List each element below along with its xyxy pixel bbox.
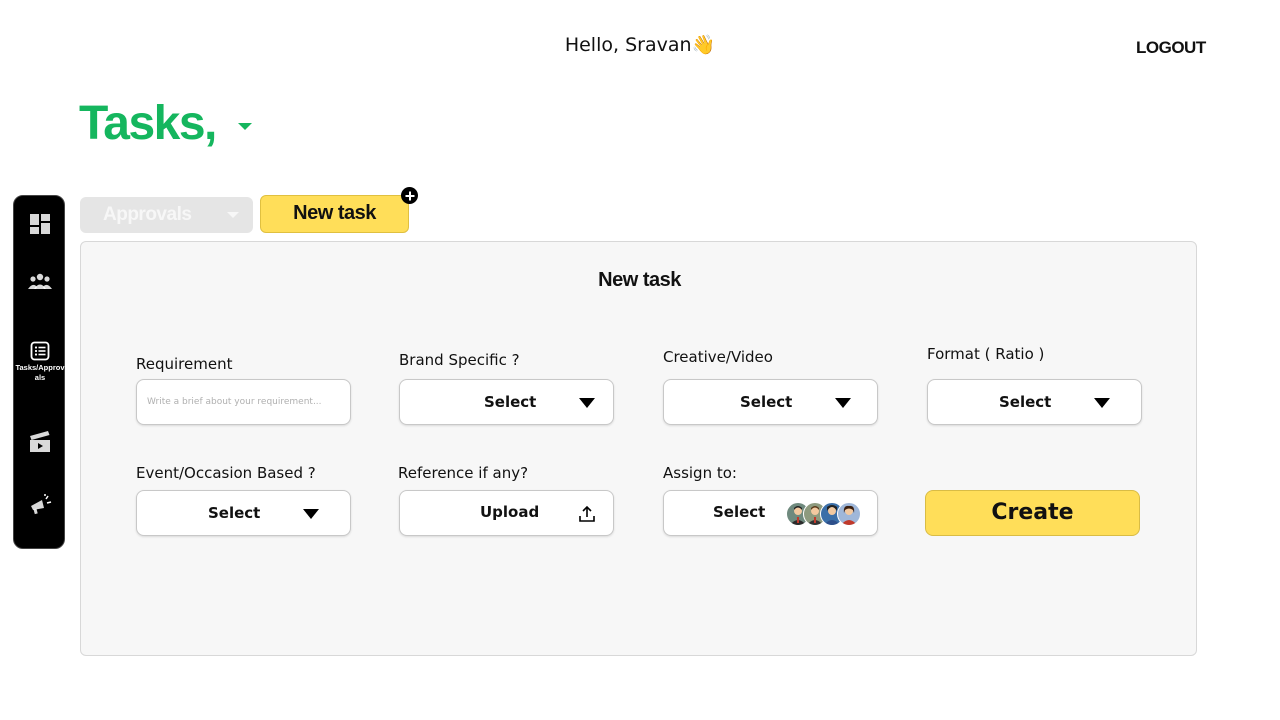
panel-title: New task <box>598 269 681 291</box>
chevron-down-icon <box>227 212 239 218</box>
upload-icon <box>579 505 595 522</box>
assign-to-label: Assign to: <box>663 464 737 482</box>
event-occasion-label: Event/Occasion Based ? <box>136 464 316 482</box>
sidebar: Tasks/Approvals <box>13 195 65 549</box>
title-dropdown-caret-icon[interactable] <box>238 123 252 130</box>
sidebar-item-dashboard[interactable] <box>14 213 66 235</box>
dropdown-triangle-icon <box>1094 398 1110 408</box>
megaphone-icon <box>31 494 52 515</box>
sidebar-item-team[interactable] <box>14 272 66 290</box>
requirement-input[interactable] <box>136 379 351 425</box>
tab-approvals[interactable]: Approvals <box>80 197 253 233</box>
requirement-label: Requirement <box>136 355 233 373</box>
avatar[interactable] <box>837 502 861 526</box>
logout-button[interactable]: LOGOUT <box>1136 38 1206 58</box>
assignee-avatars <box>786 502 861 526</box>
creative-video-value: Select <box>740 393 793 411</box>
brand-specific-label: Brand Specific ? <box>399 351 520 369</box>
dropdown-triangle-icon <box>835 398 851 408</box>
sidebar-item-label: Tasks/Approvals <box>15 363 65 382</box>
team-icon <box>28 273 52 289</box>
brand-specific-value: Select <box>484 393 537 411</box>
task-list-icon <box>30 341 50 361</box>
tab-new-task[interactable]: New task <box>260 195 409 233</box>
brand-specific-select[interactable]: Select <box>399 379 614 425</box>
clapperboard-icon <box>30 431 50 452</box>
reference-upload-button[interactable]: Upload <box>399 490 614 536</box>
sidebar-item-media[interactable] <box>14 429 66 453</box>
assign-to-select[interactable]: Select <box>663 490 878 536</box>
sidebar-item-tasks-approvals[interactable]: Tasks/Approvals <box>14 341 66 383</box>
new-task-panel: New task Requirement Brand Specific ? Se… <box>80 241 1197 656</box>
format-ratio-label: Format ( Ratio ) <box>927 345 1045 363</box>
dropdown-triangle-icon <box>303 509 319 519</box>
dashboard-icon <box>30 214 50 234</box>
tab-approvals-label: Approvals <box>103 204 192 225</box>
format-ratio-select[interactable]: Select <box>927 379 1142 425</box>
sidebar-item-campaigns[interactable] <box>14 494 66 516</box>
reference-label: Reference if any? <box>398 464 529 482</box>
greeting: Hello, Sravan👋 <box>564 34 716 56</box>
create-button[interactable]: Create <box>925 490 1140 536</box>
format-ratio-value: Select <box>999 393 1052 411</box>
event-occasion-value: Select <box>208 504 261 522</box>
add-task-plus-icon[interactable] <box>401 187 418 204</box>
upload-label: Upload <box>480 503 540 521</box>
creative-video-select[interactable]: Select <box>663 379 878 425</box>
dropdown-triangle-icon <box>579 398 595 408</box>
page-title: Tasks, <box>79 97 217 150</box>
creative-video-label: Creative/Video <box>663 348 773 366</box>
event-occasion-select[interactable]: Select <box>136 490 351 536</box>
assign-to-value: Select <box>713 503 766 521</box>
tab-new-task-label: New task <box>293 202 376 224</box>
